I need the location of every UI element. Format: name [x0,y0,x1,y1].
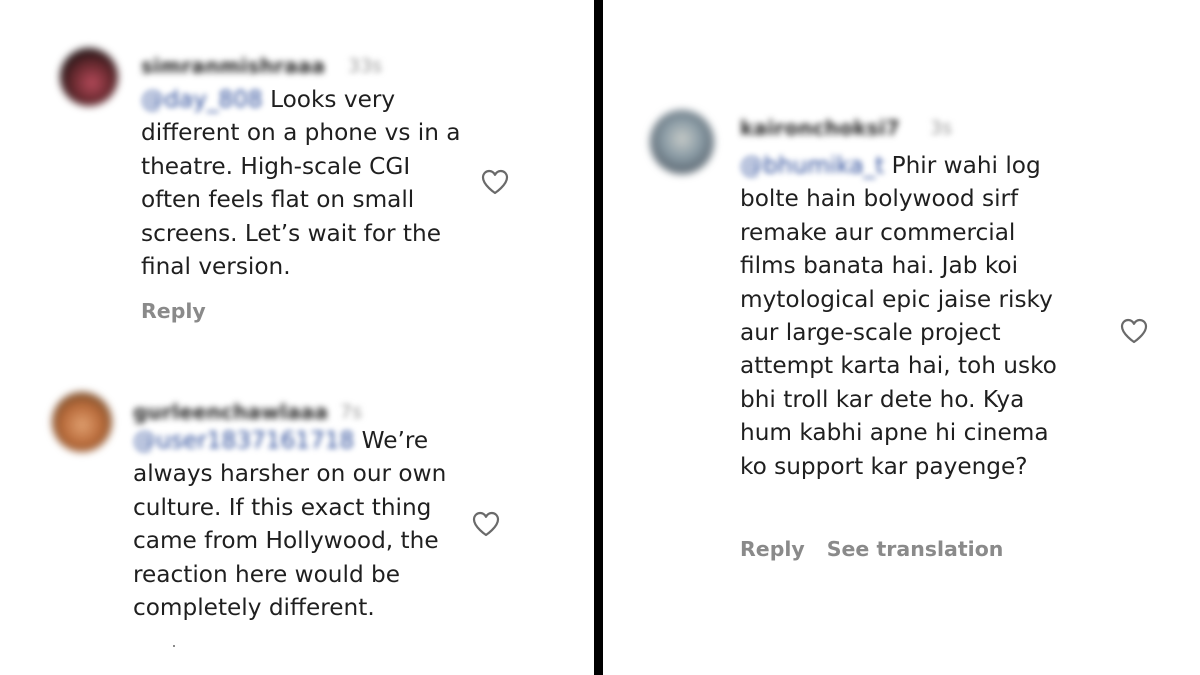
avatar[interactable] [650,110,714,174]
avatar[interactable] [52,392,112,452]
comment-timestamp: 33s [348,55,383,77]
comment-text: @day_808 Looks very different on a phone… [141,83,461,283]
mention-link[interactable]: @day_808 [141,83,263,116]
like-button[interactable] [471,510,501,538]
more-indicator [173,645,175,647]
like-button[interactable] [1119,317,1149,345]
heart-outline-icon [481,169,509,195]
comment-username[interactable]: gurleenchawlaaa [133,400,328,424]
like-button[interactable] [480,168,510,196]
comment-timestamp: 7s [340,401,362,423]
reply-button[interactable]: Reply [740,537,805,561]
comment-username[interactable]: simranmishraaa [141,54,325,78]
see-translation-button[interactable]: See translation [827,537,1004,561]
reply-button[interactable]: Reply [141,299,206,323]
mention-link[interactable]: @bhumika_t [740,149,884,182]
heart-outline-icon [1120,318,1148,344]
avatar[interactable] [60,48,118,106]
heart-outline-icon [472,511,500,537]
comment-text: @user1837161718 We’re always harsher on … [133,424,446,624]
panel-divider [594,0,603,675]
mention-link[interactable]: @user1837161718 [133,424,354,457]
comment-text: @bhumika_t Phir wahi log bolte hain boly… [740,149,1057,483]
comment-username[interactable]: kaironchoksi7 [740,116,900,140]
comment-timestamp: 3s [930,117,952,139]
